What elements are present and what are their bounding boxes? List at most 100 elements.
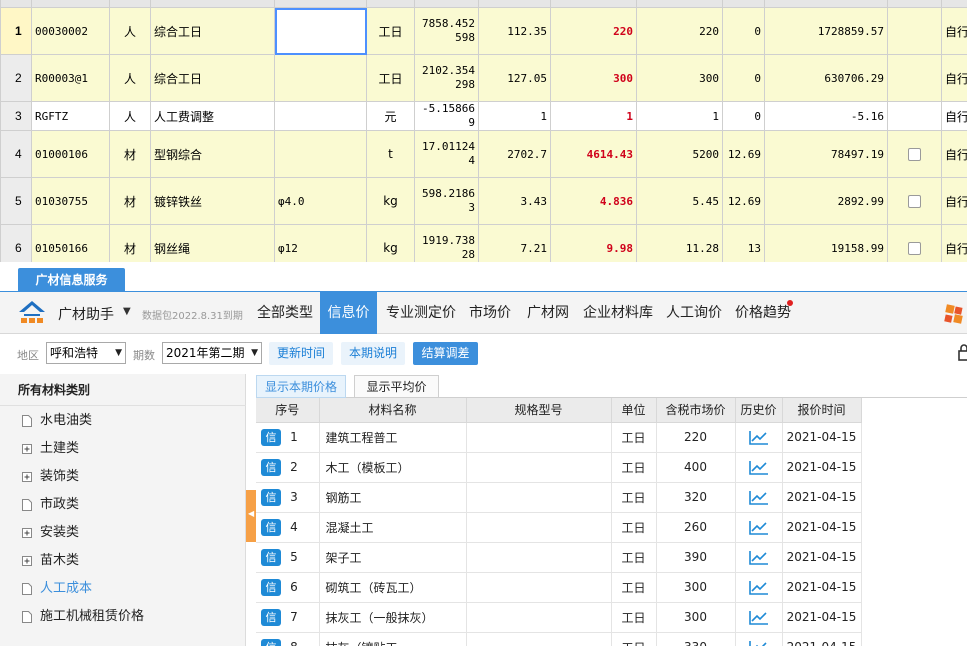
spec-cell[interactable] [274,7,367,55]
tax-rate-cell: 12.69 [722,130,765,178]
spec-cell[interactable] [274,54,367,102]
tab-average-price[interactable]: 显示平均价 [354,375,439,398]
price-row[interactable]: 信8抹灰（镶贴工工日3302021-04-15 [256,632,862,646]
brand-dropdown-icon[interactable]: ▼ [123,306,131,317]
col-history[interactable]: 历史价 [735,398,783,423]
category-item[interactable]: 装饰类 [0,463,246,491]
checkbox-cell[interactable] [887,54,942,102]
checkbox-cell[interactable] [887,224,942,262]
tab-all-types[interactable]: 全部类型 [252,292,318,334]
spec-cell [466,422,612,453]
tax-rate-cell: 13 [722,224,765,262]
col-date[interactable]: 报价时间 [782,398,862,423]
region-select[interactable]: 呼和浩特 ▼ [46,342,126,364]
price-row[interactable]: 信 7 抹灰工（一般抹灰） 工日 300 2021-04-15 [256,602,862,633]
category-item[interactable]: 人工成本 [0,575,246,603]
grid-row[interactable]: 5 01030755 材镀锌铁丝 φ4.0 kg 598.21863 3.43 4.836 5.… [0,177,967,225]
history-chart-icon[interactable] [748,430,769,445]
history-chart-icon[interactable] [748,520,769,535]
history-chart-icon[interactable] [748,580,769,595]
row-checkbox[interactable] [908,195,921,208]
grid-row[interactable]: 3 RGFTZ 人人工费调整元 -5.158669 1 1 1 0 -5.16 自行 [0,101,967,131]
history-chart-icon[interactable] [748,460,769,475]
tab-enterprise-library[interactable]: 企业材料库 [579,292,657,334]
quantity-cell: 1919.73828 [414,224,479,262]
price-row[interactable]: 信 3 钢筋工 工日 320 2021-04-15 [256,482,862,513]
row-number: 1 [0,7,32,55]
material-name: 混凝土工 [319,512,467,543]
price-row[interactable]: 信 2 木工（模板工） 工日 400 2021-04-15 [256,452,862,483]
spec-cell [466,602,612,633]
tab-info-price[interactable]: 信息价 [320,292,377,334]
amount-cell: 78497.19 [764,130,888,178]
history-chart-icon[interactable] [748,490,769,505]
expand-icon[interactable] [22,443,32,455]
spec-cell [466,632,612,646]
grid-row[interactable]: 2 R00003@1 人综合工日 工日 2102.354298 127.05 300 300 0… [0,54,967,102]
info-badge[interactable]: 信 [261,578,281,596]
col-spec[interactable]: 规格型号 [466,398,612,423]
info-badge[interactable]: 信 [261,548,281,566]
info-badge[interactable]: 信 [261,638,281,646]
history-chart-icon[interactable] [748,550,769,565]
price-subtabs: 显示本期价格 显示平均价 [256,374,967,398]
col-name[interactable]: 材料名称 [319,398,467,423]
service-tab[interactable]: 广材信息服务 [18,268,125,292]
material-type: 材 [109,177,151,225]
seq-cell: 信3 [256,482,320,513]
category-item[interactable]: 施工机械租赁价格 [0,603,246,631]
category-item[interactable]: 安装类 [0,519,246,547]
tab-price-trend[interactable]: 价格趋势 [731,292,795,334]
col-seq[interactable]: 序号 [256,398,320,423]
checkbox-cell[interactable] [887,177,942,225]
category-item[interactable]: 水电油类 [0,407,246,435]
expand-icon[interactable] [22,527,32,539]
period-note-button[interactable]: 本期说明 [341,342,405,365]
info-badge[interactable]: 信 [261,518,281,536]
tab-guangcai-net[interactable]: 广材网 [521,292,575,334]
tab-market-price[interactable]: 市场价 [463,292,517,334]
checkbox-cell[interactable] [887,130,942,178]
spec-cell[interactable]: φ12 [274,224,367,262]
row-checkbox[interactable] [908,242,921,255]
price-row[interactable]: 信 4 混凝土工 工日 260 2021-04-15 [256,512,862,543]
apps-icon[interactable] [943,303,965,325]
tab-professional-price[interactable]: 专业测定价 [381,292,461,334]
row-checkbox[interactable] [908,148,921,161]
price-row[interactable]: 信 5 架子工 工日 390 2021-04-15 [256,542,862,573]
lock-icon[interactable] [957,343,967,361]
tab-current-price[interactable]: 显示本期价格 [256,375,346,398]
price-cell: 260 [656,512,736,543]
expand-icon[interactable] [22,471,32,483]
info-badge[interactable]: 信 [261,488,281,506]
grid-row[interactable]: 1 00030002 人综合工日 工日 7858.452598 112.35 220 220 0… [0,7,967,55]
update-time-button[interactable]: 更新时间 [269,342,333,365]
checkbox-cell[interactable] [887,7,942,55]
spec-cell[interactable] [274,101,367,131]
settlement-adjust-button[interactable]: 结算调差 [413,342,478,365]
info-badge[interactable]: 信 [261,428,281,446]
category-item[interactable]: 苗木类 [0,547,246,575]
category-item[interactable]: 市政类 [0,491,246,519]
period-select[interactable]: 2021年第二期 ▼ [162,342,262,364]
collapse-panel-handle[interactable]: ◀ [246,490,256,542]
price-row[interactable]: 信 6 砌筑工（砖瓦工） 工日 300 2021-04-15 [256,572,862,603]
date-cell: 2021-04-15 [782,542,862,573]
info-badge[interactable]: 信 [261,608,281,626]
history-chart-icon[interactable] [748,640,769,646]
material-name: 木工（模板工） [319,452,467,483]
checkbox-cell[interactable] [887,101,942,131]
col-unit[interactable]: 单位 [611,398,657,423]
info-badge[interactable]: 信 [261,458,281,476]
grid-row[interactable]: 6 01050166 材钢丝绳 φ12 kg 1919.73828 7.21 9.98 11.2… [0,224,967,262]
category-item[interactable]: 土建类 [0,435,246,463]
brand-name[interactable]: 广材助手 [58,304,114,324]
history-chart-icon[interactable] [748,610,769,625]
tab-labor-inquiry[interactable]: 人工询价 [661,292,727,334]
grid-row[interactable]: 4 01000106 材型钢综合 t 17.011244 2702.7 4614.43 520… [0,130,967,178]
spec-cell[interactable] [274,130,367,178]
price-row[interactable]: 信 1 建筑工程普工 工日 220 2021-04-15 [256,422,862,453]
spec-cell[interactable]: φ4.0 [274,177,367,225]
expand-icon[interactable] [22,555,32,567]
col-price[interactable]: 含税市场价 [656,398,736,423]
